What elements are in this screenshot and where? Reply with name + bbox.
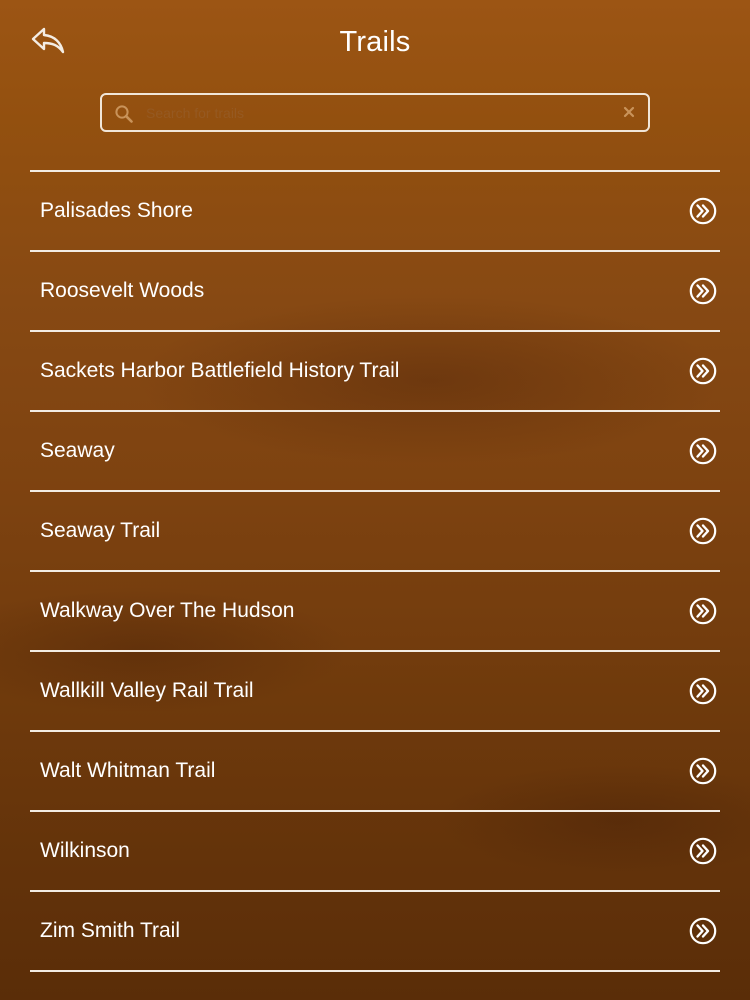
trail-row[interactable]: Roosevelt Woods — [30, 252, 720, 332]
trail-row[interactable]: Zim Smith Trail — [30, 892, 720, 972]
trail-name: Walt Whitman Trail — [40, 759, 216, 782]
trail-name: Zim Smith Trail — [40, 919, 181, 942]
trail-row[interactable]: Palisades Shore — [30, 172, 720, 252]
trail-name: Seaway — [40, 439, 115, 462]
double-chevron-right-icon[interactable] — [689, 917, 717, 945]
trail-row[interactable]: Wilkinson — [30, 812, 720, 892]
double-chevron-right-icon[interactable] — [689, 757, 717, 785]
trail-list: Palisades Shore Roosevelt Woods Sackets … — [30, 170, 720, 972]
trail-row[interactable]: Walkway Over The Hudson — [30, 572, 720, 652]
double-chevron-right-icon[interactable] — [689, 277, 717, 305]
page-title: Trails — [339, 26, 411, 58]
trail-row[interactable]: Walt Whitman Trail — [30, 732, 720, 812]
double-chevron-right-icon[interactable] — [689, 517, 717, 545]
trail-name: Wallkill Valley Rail Trail — [40, 679, 254, 702]
trail-row[interactable]: Seaway Trail — [30, 492, 720, 572]
double-chevron-right-icon[interactable] — [689, 597, 717, 625]
nav-bar: Trails — [0, 0, 750, 86]
trail-name: Seaway Trail — [40, 519, 161, 542]
trail-name: Walkway Over The Hudson — [40, 599, 295, 622]
trail-row[interactable]: Sackets Harbor Battlefield History Trail — [30, 332, 720, 412]
trail-name: Sackets Harbor Battlefield History Trail — [40, 359, 400, 382]
close-icon[interactable] — [622, 105, 636, 119]
trail-name: Wilkinson — [40, 839, 130, 862]
search-input[interactable] — [146, 95, 606, 130]
double-chevron-right-icon[interactable] — [689, 677, 717, 705]
search-bar[interactable] — [100, 93, 650, 132]
double-chevron-right-icon[interactable] — [689, 197, 717, 225]
trail-name: Roosevelt Woods — [40, 279, 205, 302]
search-icon — [115, 105, 133, 123]
trail-row[interactable]: Wallkill Valley Rail Trail — [30, 652, 720, 732]
double-chevron-right-icon[interactable] — [689, 357, 717, 385]
double-chevron-right-icon[interactable] — [689, 837, 717, 865]
trail-row[interactable]: Seaway — [30, 412, 720, 492]
double-chevron-right-icon[interactable] — [689, 437, 717, 465]
trail-name: Palisades Shore — [40, 199, 193, 222]
